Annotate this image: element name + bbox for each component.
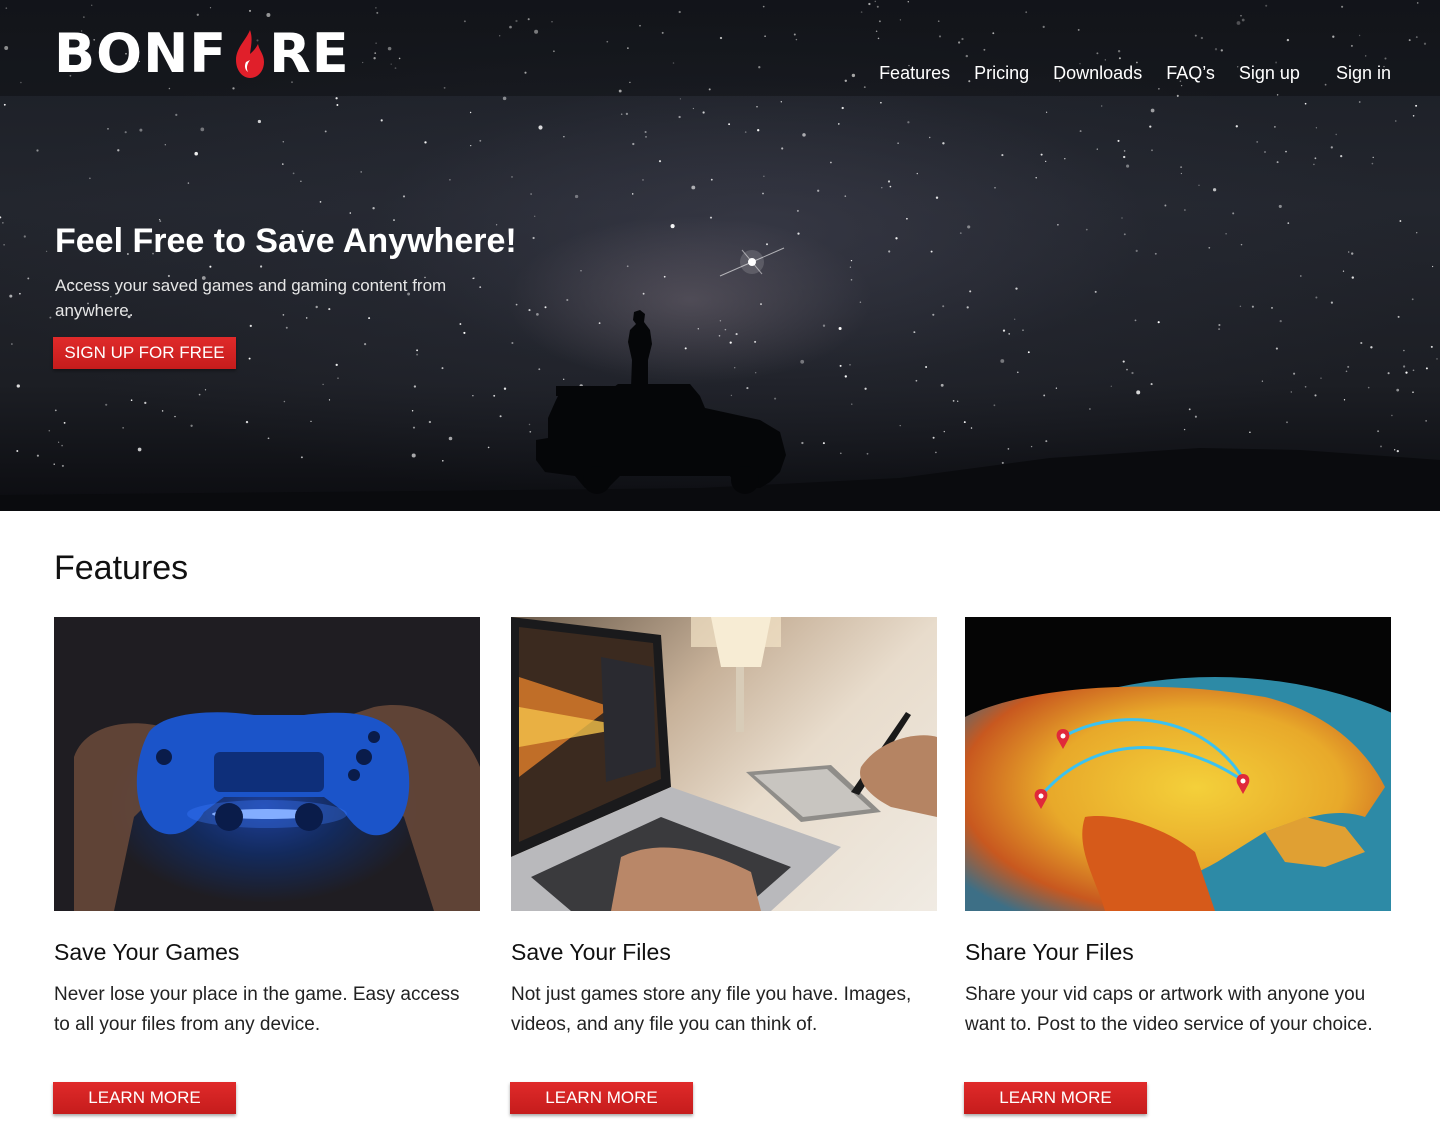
- nav-sign-up[interactable]: Sign up: [1239, 60, 1300, 86]
- nav-pricing[interactable]: Pricing: [974, 60, 1029, 86]
- main-nav: Features Pricing Downloads FAQ’s Sign up…: [879, 60, 1391, 86]
- logo-text-left: BONF: [54, 22, 228, 85]
- features-heading: Features: [54, 549, 189, 587]
- learn-more-button[interactable]: LEARN MORE: [53, 1082, 236, 1114]
- hero-title: Feel Free to Save Anywhere!: [55, 222, 517, 260]
- feature-card-save-games: Save Your Games Never lose your place in…: [53, 617, 480, 1114]
- logo-text-right: RE: [269, 22, 350, 85]
- feature-description: Share your vid caps or artwork with anyo…: [965, 984, 1373, 1035]
- sign-up-free-button[interactable]: SIGN UP FOR FREE: [53, 337, 236, 369]
- flame-icon: [236, 30, 265, 78]
- feature-card-share-files: Share Your Files Share your vid caps or …: [964, 617, 1391, 1114]
- learn-more-button[interactable]: LEARN MORE: [964, 1082, 1147, 1114]
- game-controller-image: [54, 617, 480, 911]
- globe-map-image: [965, 617, 1391, 911]
- hero-banner: BONF RE Features Pricing Downloads FAQ’s…: [0, 0, 1440, 511]
- feature-title: Save Your Files: [511, 939, 671, 965]
- nav-faqs[interactable]: FAQ’s: [1166, 60, 1215, 86]
- bonfire-logo[interactable]: BONF RE: [54, 26, 350, 82]
- hero-subtitle: Access your saved games and gaming conte…: [55, 276, 447, 320]
- nav-features[interactable]: Features: [879, 60, 950, 86]
- feature-title: Save Your Games: [54, 939, 240, 965]
- feature-title: Share Your Files: [965, 939, 1134, 965]
- feature-description: Never lose your place in the game. Easy …: [54, 984, 460, 1035]
- feature-description: Not just games store any file you have. …: [511, 984, 912, 1035]
- nav-sign-in[interactable]: Sign in: [1336, 60, 1391, 86]
- nav-downloads[interactable]: Downloads: [1053, 60, 1142, 86]
- feature-card-save-files: Save Your Files Not just games store any…: [510, 617, 937, 1114]
- vehicle-silhouette-image: [0, 310, 1440, 511]
- learn-more-button[interactable]: LEARN MORE: [510, 1082, 693, 1114]
- laptop-tablet-image: [511, 617, 937, 911]
